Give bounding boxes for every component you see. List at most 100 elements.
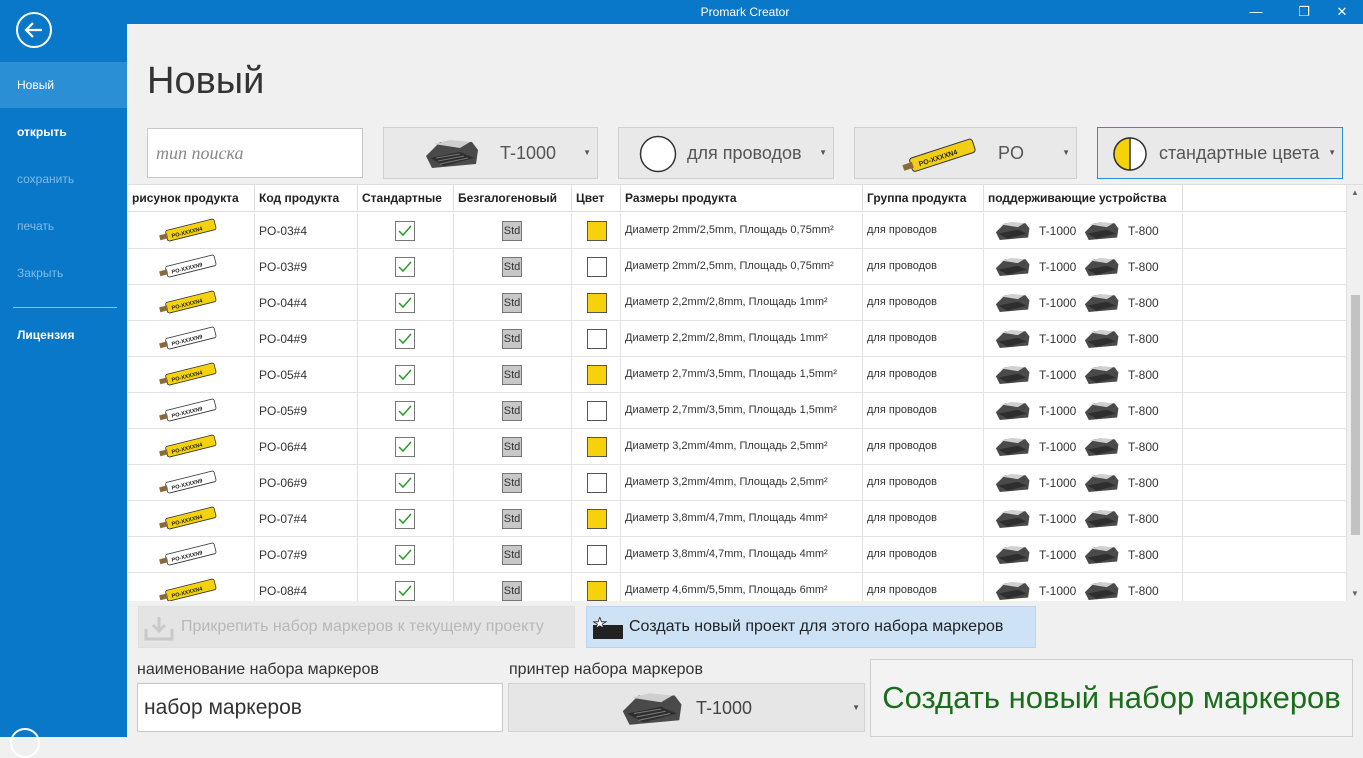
category-filter-dropdown[interactable]: для проводов ▼ (618, 127, 834, 179)
table-row[interactable]: PO-XXXXN4 PO-07#4 Std Диаметр 3,8mm/4,7mm, … (128, 501, 1346, 537)
device-name: T-1000 (1039, 296, 1077, 310)
standard-checkbox[interactable] (395, 365, 415, 385)
close-icon[interactable]: ✕ (1327, 2, 1357, 22)
chevron-down-icon: ▼ (1328, 148, 1336, 157)
standard-cell (358, 393, 454, 429)
marker-sleeve-icon: PO-XXXXN4 (159, 506, 217, 530)
attach-to-project-button[interactable]: Прикрепить набор маркеров к текущему про… (138, 606, 575, 648)
table-row[interactable]: PO-XXXXN9 PO-06#9 Std Диаметр 3,2mm/4mm, Пл… (128, 465, 1346, 501)
table-row[interactable]: PO-XXXXN9 PO-07#9 Std Диаметр 3,8mm/4,7mm, … (128, 537, 1346, 573)
column-header[interactable]: Цвет (572, 185, 621, 212)
table-row[interactable]: PO-XXXXN9 PO-04#9 Std Диаметр 2,2mm/2,8mm, … (128, 321, 1346, 357)
sidebar-item[interactable]: Лицензия (0, 312, 127, 358)
column-header[interactable]: Группа продукта (863, 185, 984, 212)
table-row[interactable]: PO-XXXXN4 PO-03#4 Std Диаметр 2mm/2,5mm, Пл… (128, 213, 1346, 249)
standard-checkbox[interactable] (395, 509, 415, 529)
product-code: PO-03#4 (259, 224, 308, 238)
create-project-button[interactable]: Создать новый проект для этого набора ма… (586, 606, 1036, 648)
create-marker-set-button[interactable]: Создать новый набор маркеров (870, 659, 1353, 737)
sidebar-item[interactable]: открыть (0, 109, 127, 155)
standard-checkbox[interactable] (395, 473, 415, 493)
product-image-cell: PO-XXXXN9 (128, 321, 255, 357)
column-header[interactable]: Размеры продукта (621, 185, 863, 212)
table-row[interactable]: PO-XXXXN4 PO-04#4 Std Диаметр 2,2mm/2,8mm, … (128, 285, 1346, 321)
table-row[interactable]: PO-XXXXN4 PO-06#4 Std Диаметр 3,2mm/4mm, Пл… (128, 429, 1346, 465)
product-code: PO-05#4 (259, 368, 308, 382)
printer-filter-dropdown[interactable]: T-1000 ▼ (383, 127, 598, 179)
marker-sleeve-icon: PO-XXXXN9 (159, 326, 217, 350)
printer-device-icon (1081, 506, 1121, 535)
printer-device-icon (622, 693, 682, 725)
standard-checkbox[interactable] (395, 293, 415, 313)
marker-set-name-input[interactable] (137, 683, 503, 732)
minimize-icon[interactable]: — (1241, 2, 1271, 22)
standard-checkbox[interactable] (395, 401, 415, 421)
standard-checkbox[interactable] (395, 437, 415, 457)
standard-checkbox[interactable] (395, 329, 415, 349)
sidebar-item[interactable]: Новый (0, 62, 127, 108)
standard-cell (358, 321, 454, 357)
device-name: T-1000 (1039, 260, 1077, 274)
scroll-down-icon[interactable]: ▼ (1351, 589, 1359, 598)
product-code-cell: PO-07#4 (255, 501, 358, 537)
table-row[interactable]: PO-XXXXN4 PO-05#4 Std Диаметр 2,7mm/3,5mm, … (128, 357, 1346, 393)
standard-checkbox[interactable] (395, 545, 415, 565)
sidebar-item[interactable]: печать (0, 203, 127, 249)
table-row[interactable]: PO-XXXXN9 PO-03#9 Std Диаметр 2mm/2,5mm, Пл… (128, 249, 1346, 285)
printer-device-icon (1081, 542, 1121, 571)
search-input[interactable] (147, 128, 363, 178)
size-cell: Диаметр 2mm/2,5mm, Площадь 0,75mm² (621, 213, 863, 249)
column-header[interactable]: поддерживающие устройства (984, 185, 1183, 212)
chevron-down-icon: ▼ (852, 703, 860, 712)
color-swatch (587, 509, 607, 529)
color-cell (572, 357, 621, 393)
product-group: для проводов (867, 476, 938, 488)
vertical-scrollbar[interactable]: ▲ ▼ (1346, 185, 1363, 601)
marker-set-printer-dropdown[interactable]: T-1000 ▼ (508, 683, 865, 732)
devices-cell: T-1000 T-800 (984, 249, 1183, 285)
product-code: PO-03#9 (259, 260, 308, 274)
series-filter-dropdown[interactable]: PO-XXXXN4 PO ▼ (854, 127, 1077, 179)
product-size: Диаметр 2,2mm/2,8mm, Площадь 1mm² (625, 296, 828, 308)
size-cell: Диаметр 3,8mm/4,7mm, Площадь 4mm² (621, 537, 863, 573)
table-row[interactable]: PO-XXXXN9 PO-05#9 Std Диаметр 2,7mm/3,5mm, … (128, 393, 1346, 429)
devices-cell: T-1000 T-800 (984, 573, 1183, 601)
column-header[interactable]: Код продукта (255, 185, 358, 212)
product-code-cell: PO-05#4 (255, 357, 358, 393)
column-header[interactable]: Безгалогеновый (454, 185, 572, 212)
maximize-icon[interactable]: ❐ (1289, 2, 1319, 22)
standard-checkbox[interactable] (395, 257, 415, 277)
product-size: Диаметр 2mm/2,5mm, Площадь 0,75mm² (625, 224, 834, 236)
color-filter-dropdown[interactable]: стандартные цвета ▼ (1097, 127, 1343, 179)
standard-cell (358, 465, 454, 501)
sidebar-item[interactable]: Закрыть (0, 250, 127, 296)
halogen-free-cell: Std (454, 285, 572, 321)
table-row[interactable]: PO-XXXXN4 PO-08#4 Std Диаметр 4,6mm/5,5mm, … (128, 573, 1346, 601)
halogen-free-cell: Std (454, 393, 572, 429)
device-name: T-800 (1128, 584, 1159, 598)
product-group: для проводов (867, 512, 938, 524)
attach-to-project-label: Прикрепить набор маркеров к текущему про… (181, 618, 544, 635)
group-cell: для проводов (863, 357, 984, 393)
device-name: T-1000 (1039, 512, 1077, 526)
printer-device-icon (1081, 326, 1121, 355)
device-name: T-800 (1128, 548, 1159, 562)
account-icon[interactable] (10, 728, 40, 758)
sidebar-divider (13, 307, 117, 308)
scroll-up-icon[interactable]: ▲ (1351, 188, 1359, 197)
product-group: для проводов (867, 332, 938, 344)
scrollbar-thumb[interactable] (1351, 295, 1360, 535)
product-size: Диаметр 2,7mm/3,5mm, Площадь 1,5mm² (625, 404, 837, 416)
back-button[interactable] (16, 12, 52, 48)
product-code-cell: PO-07#9 (255, 537, 358, 573)
column-header[interactable]: рисунок продукта (128, 185, 255, 212)
product-image-cell: PO-XXXXN4 (128, 357, 255, 393)
column-header[interactable]: Стандартные (358, 185, 454, 212)
product-group: для проводов (867, 548, 938, 560)
standard-checkbox[interactable] (395, 221, 415, 241)
group-cell: для проводов (863, 393, 984, 429)
sidebar-item[interactable]: сохранить (0, 156, 127, 202)
standard-checkbox[interactable] (395, 581, 415, 601)
halogen-free-badge: Std (502, 473, 522, 493)
printer-device-icon (992, 470, 1032, 499)
